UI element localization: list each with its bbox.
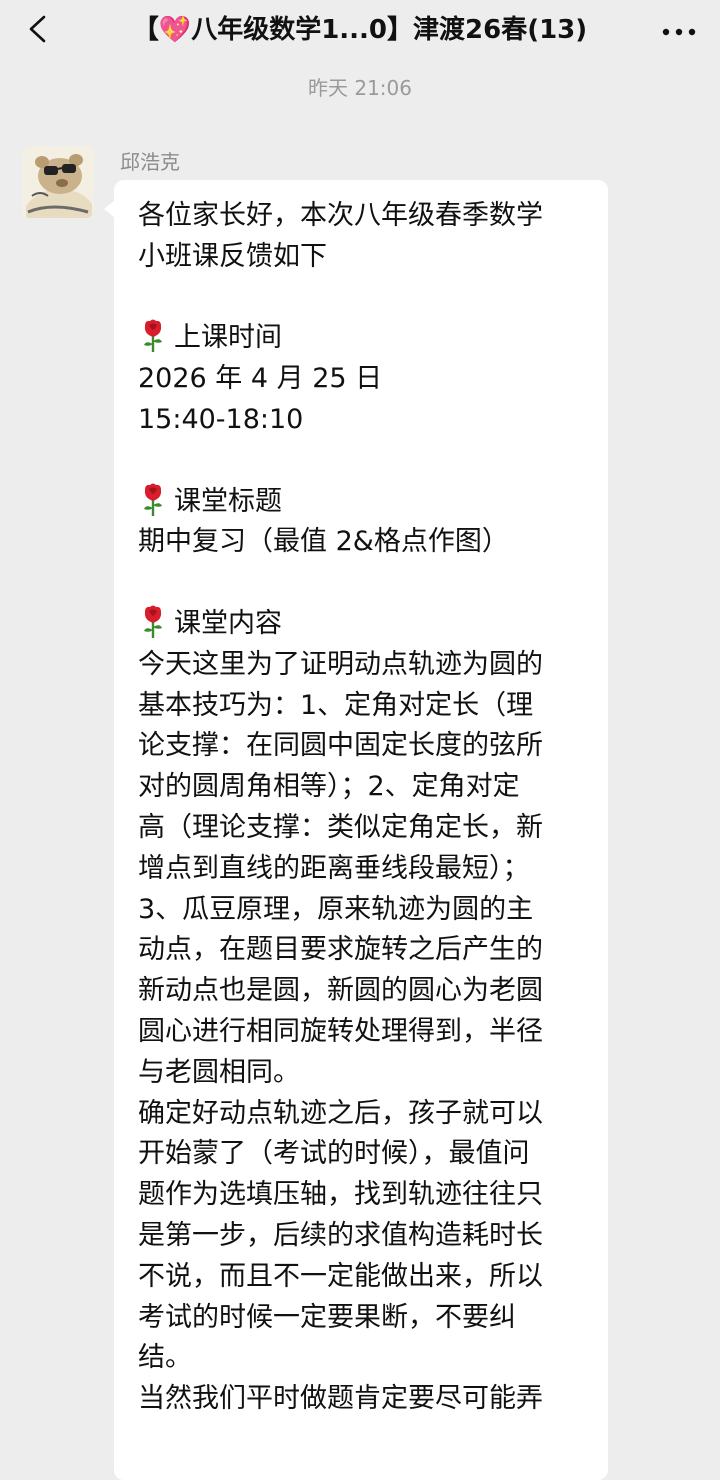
message-line-text: 圆心进行相同旋转处理得到，半径	[138, 1015, 543, 1047]
message-line: 3、瓜豆原理，原来轨迹为圆的主	[138, 890, 596, 931]
message-section-heading: 上课时间	[138, 318, 596, 359]
message-line: 期中复习（最值 2&格点作图）	[138, 522, 596, 563]
message-line: 题作为选填压轴，找到轨迹往往只	[138, 1175, 596, 1216]
message-line	[138, 441, 596, 482]
message-line	[138, 278, 596, 319]
sender-name: 邱浩克	[120, 150, 180, 174]
message-line-text: 课堂标题	[174, 485, 282, 517]
message-line-text: 2026 年 4 月 25 日	[138, 363, 383, 395]
message-line-text: 期中复习（最值 2&格点作图）	[138, 526, 509, 558]
chat-title: 【💖八年级数学1...0】津渡26春(13)	[132, 15, 588, 45]
chevron-left-icon	[26, 14, 50, 48]
sender-avatar[interactable]	[22, 146, 94, 218]
chat-header: 【💖八年级数学1...0】津渡26春(13)	[0, 0, 720, 62]
message-line-text: 题作为选填压轴，找到轨迹往往只	[138, 1179, 543, 1211]
message-line: 15:40-18:10	[138, 400, 596, 441]
message-timestamp: 昨天 21:06	[308, 76, 412, 100]
message-line: 与老圆相同。	[138, 1053, 596, 1094]
message-line-text: 考试的时候一定要果断，不要纠	[138, 1301, 516, 1333]
message-line: 动点，在题目要求旋转之后产生的	[138, 930, 596, 971]
message-line: 对的圆周角相等）；2、定角对定	[138, 767, 596, 808]
message-line: 高（理论支撑：类似定角定长，新	[138, 808, 596, 849]
message-line-text: 对的圆周角相等）；2、定角对定	[138, 771, 520, 803]
message-line-text: 3、瓜豆原理，原来轨迹为圆的主	[138, 893, 534, 925]
message-section-heading: 课堂标题	[138, 482, 596, 523]
message-line-text: 确定好动点轨迹之后，孩子就可以	[138, 1097, 543, 1129]
message-line: 确定好动点轨迹之后，孩子就可以	[138, 1094, 596, 1135]
message-line-text: 当然我们平时做题肯定要尽可能弄	[138, 1383, 543, 1415]
message-line: 基本技巧为：1、定角对定长（理	[138, 686, 596, 727]
message-line: 不说，而且不一定能做出来，所以	[138, 1257, 596, 1298]
message-line-text: 上课时间	[174, 322, 282, 354]
rose-icon	[138, 604, 168, 638]
message-line-text: 各位家长好，本次八年级春季数学	[138, 200, 543, 231]
message-line-text: 论支撑：在同圆中固定长度的弦所	[138, 730, 543, 762]
message-line-text: 与老圆相同。	[138, 1056, 300, 1088]
message-line-text: 高（理论支撑：类似定角定长，新	[138, 811, 543, 843]
message-line: 2026 年 4 月 25 日	[138, 359, 596, 400]
message-line: 论支撑：在同圆中固定长度的弦所	[138, 726, 596, 767]
rose-icon	[138, 318, 168, 353]
back-button[interactable]	[14, 8, 62, 54]
message-line-text: 不说，而且不一定能做出来，所以	[138, 1260, 543, 1292]
message-line: 当然我们平时做题肯定要尽可能弄	[138, 1379, 596, 1420]
message-line-text: 今天这里为了证明动点轨迹为圆的	[138, 648, 543, 680]
message-line-text: 是第一步，后续的求值构造耗时长	[138, 1219, 543, 1251]
cartoon-bear-sunglasses-avatar	[22, 146, 94, 218]
rose-icon	[138, 482, 168, 516]
message-line	[138, 563, 596, 604]
message-line: 是第一步，后续的求值构造耗时长	[138, 1216, 596, 1257]
message-line-text: 动点，在题目要求旋转之后产生的	[138, 934, 543, 966]
message-line-text: 小班课反馈如下	[138, 240, 327, 272]
message-section-heading: 课堂内容	[138, 604, 596, 645]
message-line-text: 课堂内容	[174, 607, 282, 639]
message-line-text: 15:40-18:10	[138, 403, 304, 435]
message-line-text: 开始蒙了（考试的时候），最值问	[138, 1138, 530, 1170]
message-line: 开始蒙了（考试的时候），最值问	[138, 1134, 596, 1175]
message-text: 各位家长好，本次八年级春季数学 小班课反馈如下上课时间 2026 年 4 月 25 …	[138, 196, 596, 1420]
message-line: 结。	[138, 1338, 596, 1379]
message-line-text: 新动点也是圆，新圆的圆心为老圆	[138, 975, 543, 1007]
message-line-text: 结。	[138, 1342, 192, 1374]
message-line: 各位家长好，本次八年级春季数学	[138, 196, 596, 237]
message-line: 今天这里为了证明动点轨迹为圆的	[138, 645, 596, 686]
message-line: 新动点也是圆，新圆的圆心为老圆	[138, 971, 596, 1012]
message-line-text: 增点到直线的距离垂线段最短）；	[138, 852, 530, 884]
message-line-text: 基本技巧为：1、定角对定长（理	[138, 689, 534, 721]
message-line: 小班课反馈如下	[138, 237, 596, 278]
message-line: 圆心进行相同旋转处理得到，半径	[138, 1012, 596, 1053]
message-line: 增点到直线的距离垂线段最短）；	[138, 849, 596, 890]
message-line: 考试的时候一定要果断，不要纠	[138, 1298, 596, 1339]
more-dots-icon	[661, 22, 697, 41]
more-button[interactable]	[654, 8, 704, 54]
